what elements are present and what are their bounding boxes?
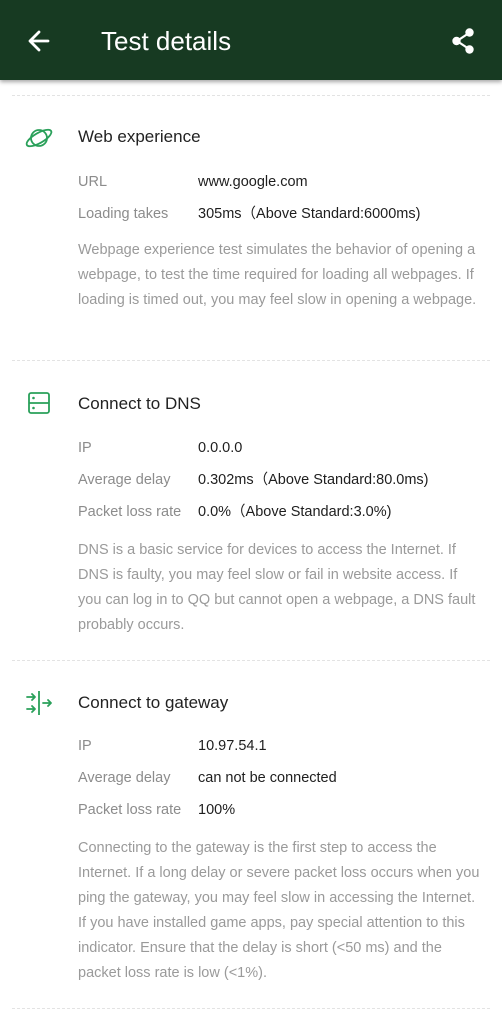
dns-ip-label: IP xyxy=(78,440,92,456)
planet-icon xyxy=(25,128,53,148)
gateway-average-delay-label: Average delay xyxy=(78,770,171,786)
divider xyxy=(12,360,490,361)
dns-description: DNS is a basic service for devices to ac… xyxy=(78,542,476,633)
back-button[interactable] xyxy=(14,16,64,66)
loading-takes-label: Loading takes xyxy=(78,206,169,222)
url-label: URL xyxy=(78,174,108,190)
test-details-content[interactable]: Web experience URL www.google.com Loadin… xyxy=(0,80,502,1024)
dns-packet-loss-label: Packet loss rate xyxy=(78,504,182,520)
dns-average-delay-value: 0.302ms（Above Standard:80.0ms) xyxy=(198,472,429,488)
gateway-ip-label: IP xyxy=(78,738,92,754)
arrows-split-icon xyxy=(26,691,52,715)
share-icon xyxy=(452,28,474,54)
gateway-packet-loss-label: Packet loss rate xyxy=(78,802,182,818)
divider xyxy=(12,1008,490,1009)
section-title-connect-to-gateway: Connect to gateway xyxy=(78,693,229,712)
divider xyxy=(12,660,490,661)
web-experience-description: Webpage experience test simulates the be… xyxy=(78,242,477,308)
gateway-description: Connecting to the gateway is the first s… xyxy=(78,840,480,981)
section-title-web-experience: Web experience xyxy=(78,127,201,146)
app-bar: Test details xyxy=(0,0,502,80)
section-title-connect-to-dns: Connect to DNS xyxy=(78,394,201,413)
gateway-packet-loss-value: 100% xyxy=(198,802,236,818)
loading-takes-value: 305ms（Above Standard:6000ms) xyxy=(198,206,421,222)
dns-ip-value: 0.0.0.0 xyxy=(198,440,243,456)
dns-average-delay-label: Average delay xyxy=(78,472,171,488)
url-value: www.google.com xyxy=(198,174,308,190)
arrow-left-icon xyxy=(28,30,50,52)
page-title: Test details xyxy=(101,26,232,56)
gateway-average-delay-value: can not be connected xyxy=(198,770,337,786)
divider xyxy=(12,95,490,96)
server-icon xyxy=(28,392,50,414)
gateway-ip-value: 10.97.54.1 xyxy=(198,738,267,754)
share-button[interactable] xyxy=(438,16,488,66)
dns-packet-loss-value: 0.0%（Above Standard:3.0%) xyxy=(198,504,392,520)
